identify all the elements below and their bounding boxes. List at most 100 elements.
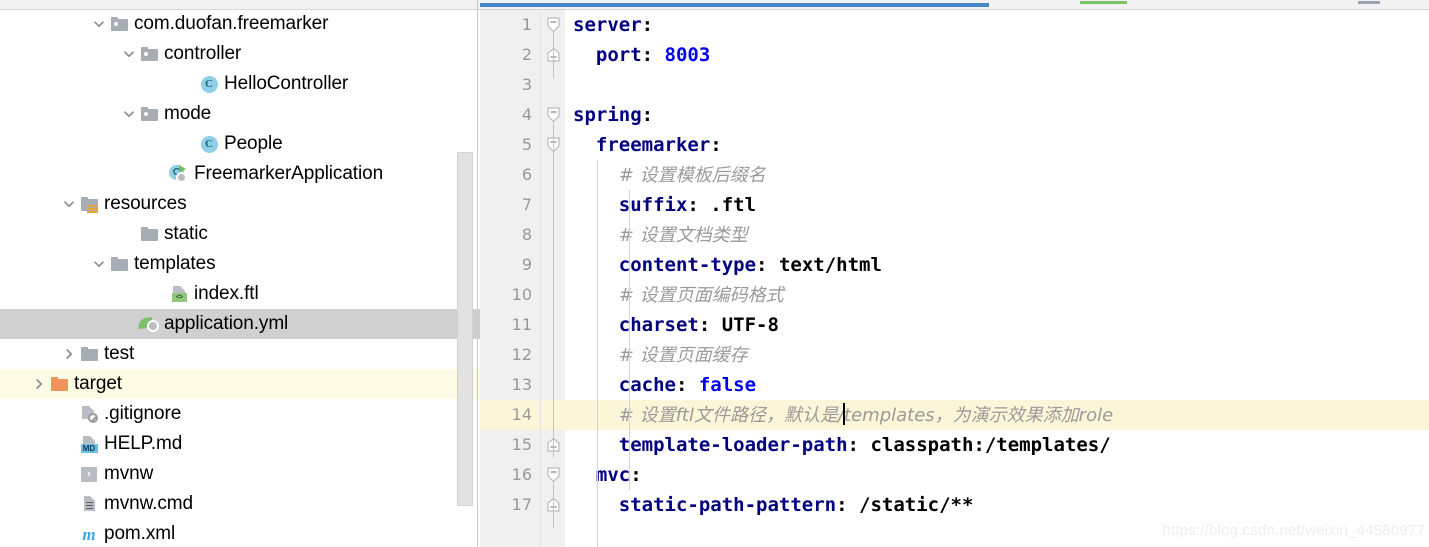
code-token: :	[641, 44, 665, 66]
code-token: spring	[573, 104, 642, 126]
line-number-row: 13	[480, 370, 540, 400]
code-editor[interactable]: 1 2 3 4 5 6 7 8 9 10 11 12 13 14 15 16 17 server: port: …	[480, 0, 1429, 547]
editor-fold-gutter[interactable]	[541, 10, 565, 547]
chevron-down-icon[interactable]	[60, 189, 78, 219]
code-token: .ftl	[710, 194, 757, 216]
ftl-file-icon: <>	[168, 279, 190, 309]
chevron-down-icon[interactable]	[90, 249, 108, 279]
tree-row[interactable]: test	[0, 339, 480, 369]
code-line[interactable]: # 设置模板后缀名	[565, 160, 1429, 190]
code-line[interactable]: charset: UTF-8	[565, 310, 1429, 340]
chevron-right-icon[interactable]	[30, 369, 48, 399]
code-token: content-type	[618, 254, 757, 276]
gitignore-file-icon	[78, 399, 100, 429]
code-token: :	[698, 314, 722, 336]
target-folder-icon	[48, 369, 70, 399]
code-line-content: static-path-pattern: /static/**	[565, 494, 974, 516]
tree-row[interactable]: <> index.ftl	[0, 279, 480, 309]
tree-row[interactable]: C HelloController	[0, 69, 480, 99]
line-number: 14	[511, 405, 532, 424]
inspection-marker-green[interactable]	[1080, 1, 1127, 4]
fold-expanded-icon[interactable]	[546, 467, 561, 483]
tree-row[interactable]: resources	[0, 189, 480, 219]
code-line[interactable]: # 设置ftl文件路径，默认是/templates，为演示效果添加role	[565, 400, 1429, 430]
tree-row[interactable]: .gitignore	[0, 399, 480, 429]
code-token: cache	[618, 374, 676, 396]
line-number-row: 6	[480, 160, 540, 190]
tree-row[interactable]: templates	[0, 249, 480, 279]
code-line-content: cache: false	[565, 374, 756, 396]
code-line[interactable]: content-type: text/html	[565, 250, 1429, 280]
active-tab-underline	[480, 3, 989, 7]
code-line[interactable]: suffix: .ftl	[565, 190, 1429, 220]
chevron-down-icon[interactable]	[120, 39, 138, 69]
panel-divider[interactable]	[477, 0, 478, 547]
code-line-content: content-type: text/html	[565, 254, 882, 276]
tree-row[interactable]: static	[0, 219, 480, 249]
line-number: 7	[521, 195, 532, 214]
code-line[interactable]: spring:	[565, 100, 1429, 130]
code-line[interactable]: port: 8003	[565, 40, 1429, 70]
code-line[interactable]: # 设置文档类型	[565, 220, 1429, 250]
line-number-row: 4	[480, 100, 540, 130]
tree-row[interactable]: application.yml	[0, 309, 480, 339]
code-text-area[interactable]: server: port: 8003 spring: freemarker: # …	[565, 10, 1429, 547]
tree-row-label: mvnw.cmd	[104, 493, 193, 514]
tree-row-label: HELP.md	[104, 433, 183, 454]
fold-expanded-icon[interactable]	[546, 17, 561, 33]
line-number: 10	[511, 285, 532, 304]
code-line[interactable]: server:	[565, 10, 1429, 40]
tree-row[interactable]: target	[0, 369, 480, 399]
editor-top-bar	[480, 0, 1429, 10]
tree-row[interactable]: MD HELP.md	[0, 429, 480, 459]
inspection-marker-gray[interactable]	[1358, 1, 1380, 4]
tree-row-label: HelloController	[224, 73, 349, 94]
project-tree-panel[interactable]: com.duofan.freemarker controller C HelloCon…	[0, 0, 480, 547]
tree-row[interactable]: C FreemarkerApplication	[0, 159, 480, 189]
code-line[interactable]: template-loader-path: classpath:/templat…	[565, 430, 1429, 460]
code-token: server	[573, 14, 642, 36]
code-line[interactable]: # 设置页面缓存	[565, 340, 1429, 370]
tree-row[interactable]: com.duofan.freemarker	[0, 9, 480, 39]
chevron-down-icon[interactable]	[90, 9, 108, 39]
tree-row[interactable]: › mvnw	[0, 459, 480, 489]
line-number: 8	[521, 225, 532, 244]
tree-row[interactable]: m pom.xml	[0, 519, 480, 547]
code-line[interactable]: cache: false	[565, 370, 1429, 400]
tree-row-label: controller	[164, 43, 242, 64]
tree-row[interactable]: mvnw.cmd	[0, 489, 480, 519]
project-tree-scrollbar[interactable]	[457, 152, 473, 506]
shell-script-icon: ›	[78, 459, 100, 489]
project-tree-list[interactable]: com.duofan.freemarker controller C HelloCon…	[0, 9, 480, 547]
line-number: 12	[511, 345, 532, 364]
tree-row[interactable]: mode	[0, 99, 480, 129]
code-line[interactable]: mvc:	[565, 460, 1429, 490]
code-line[interactable]	[565, 70, 1429, 100]
code-token: 8003	[664, 44, 711, 66]
tree-row[interactable]: controller	[0, 39, 480, 69]
line-number: 9	[521, 255, 532, 274]
code-token: template-loader-path	[618, 434, 848, 456]
code-line[interactable]: freemarker:	[565, 130, 1429, 160]
tree-row[interactable]: C People	[0, 129, 480, 159]
code-token: :	[847, 434, 871, 456]
code-line[interactable]: # 设置页面编码格式	[565, 280, 1429, 310]
chevron-right-icon[interactable]	[60, 339, 78, 369]
chevron-down-icon[interactable]	[120, 99, 138, 129]
tree-row-label: .gitignore	[104, 403, 182, 424]
fold-expanded-icon[interactable]	[546, 107, 561, 123]
code-line[interactable]: static-path-pattern: /static/**	[565, 490, 1429, 520]
code-line-content: server:	[565, 14, 653, 36]
indent-guide-1	[597, 160, 598, 547]
